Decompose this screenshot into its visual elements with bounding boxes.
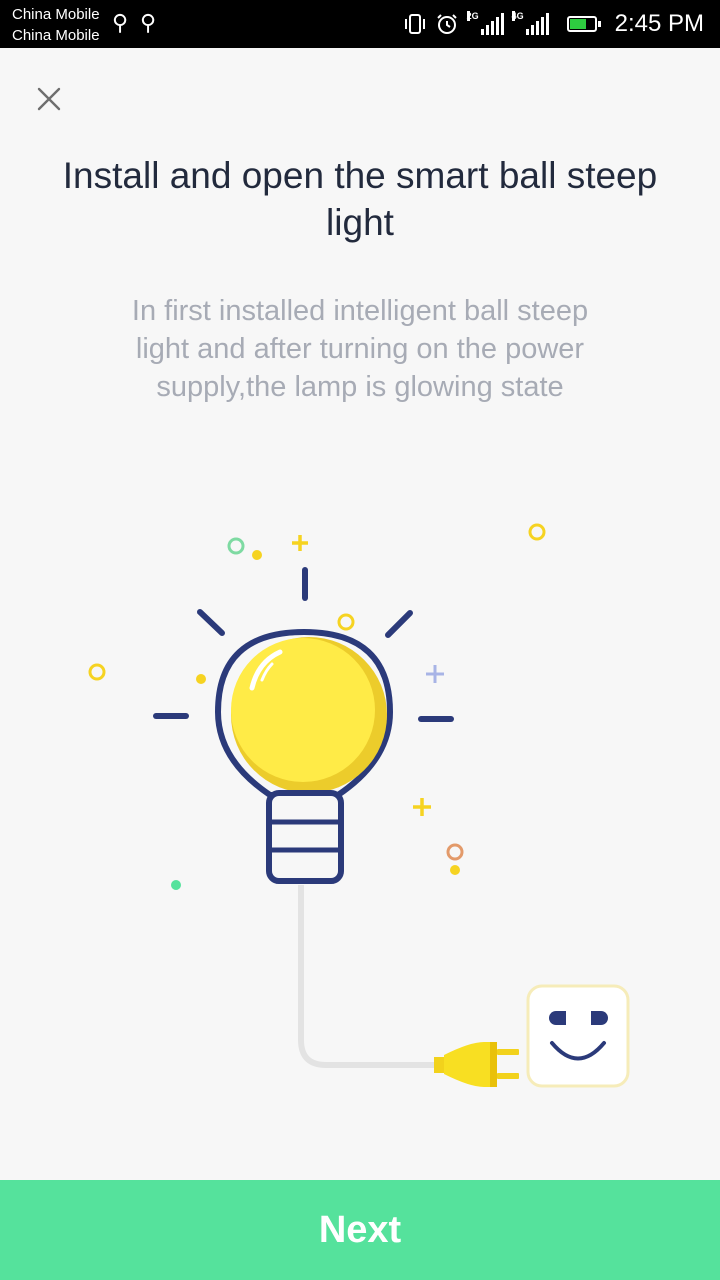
- signal-1-icon: 2G: [466, 11, 504, 35]
- usb-icon: ⚲: [140, 10, 157, 35]
- clock: 2:45 PM: [614, 10, 704, 37]
- power-cord: [298, 885, 440, 1068]
- status-icons: 2G 4G 2:45 PM: [403, 0, 704, 48]
- carrier-2: China Mobile: [12, 27, 100, 44]
- signal-2-icon: 4G: [511, 11, 549, 35]
- page-title: Install and open the smart ball steep li…: [62, 155, 658, 243]
- page-description: In first installed intelligent ball stee…: [131, 295, 589, 403]
- vibrate-icon: [404, 14, 425, 34]
- usb-icon: ⚲: [112, 10, 129, 35]
- lightbulb-icon: [215, 629, 393, 884]
- carrier-names: China Mobile China Mobile: [12, 4, 100, 46]
- alarm-icon: [436, 14, 457, 34]
- network-1-label: 2G: [466, 11, 479, 21]
- close-button[interactable]: [30, 80, 68, 118]
- socket-icon: [526, 984, 630, 1088]
- close-icon: [37, 87, 61, 111]
- next-button[interactable]: Next: [0, 1180, 720, 1280]
- network-2-label: 4G: [511, 11, 524, 21]
- plug-icon: [434, 1042, 519, 1087]
- status-bar: China Mobile China Mobile ⚲ ⚲ 2G 4G 2:45…: [0, 0, 720, 48]
- battery-icon: [566, 16, 601, 32]
- lightbulb-illustration: [88, 523, 630, 1088]
- carrier-1: China Mobile: [12, 6, 100, 23]
